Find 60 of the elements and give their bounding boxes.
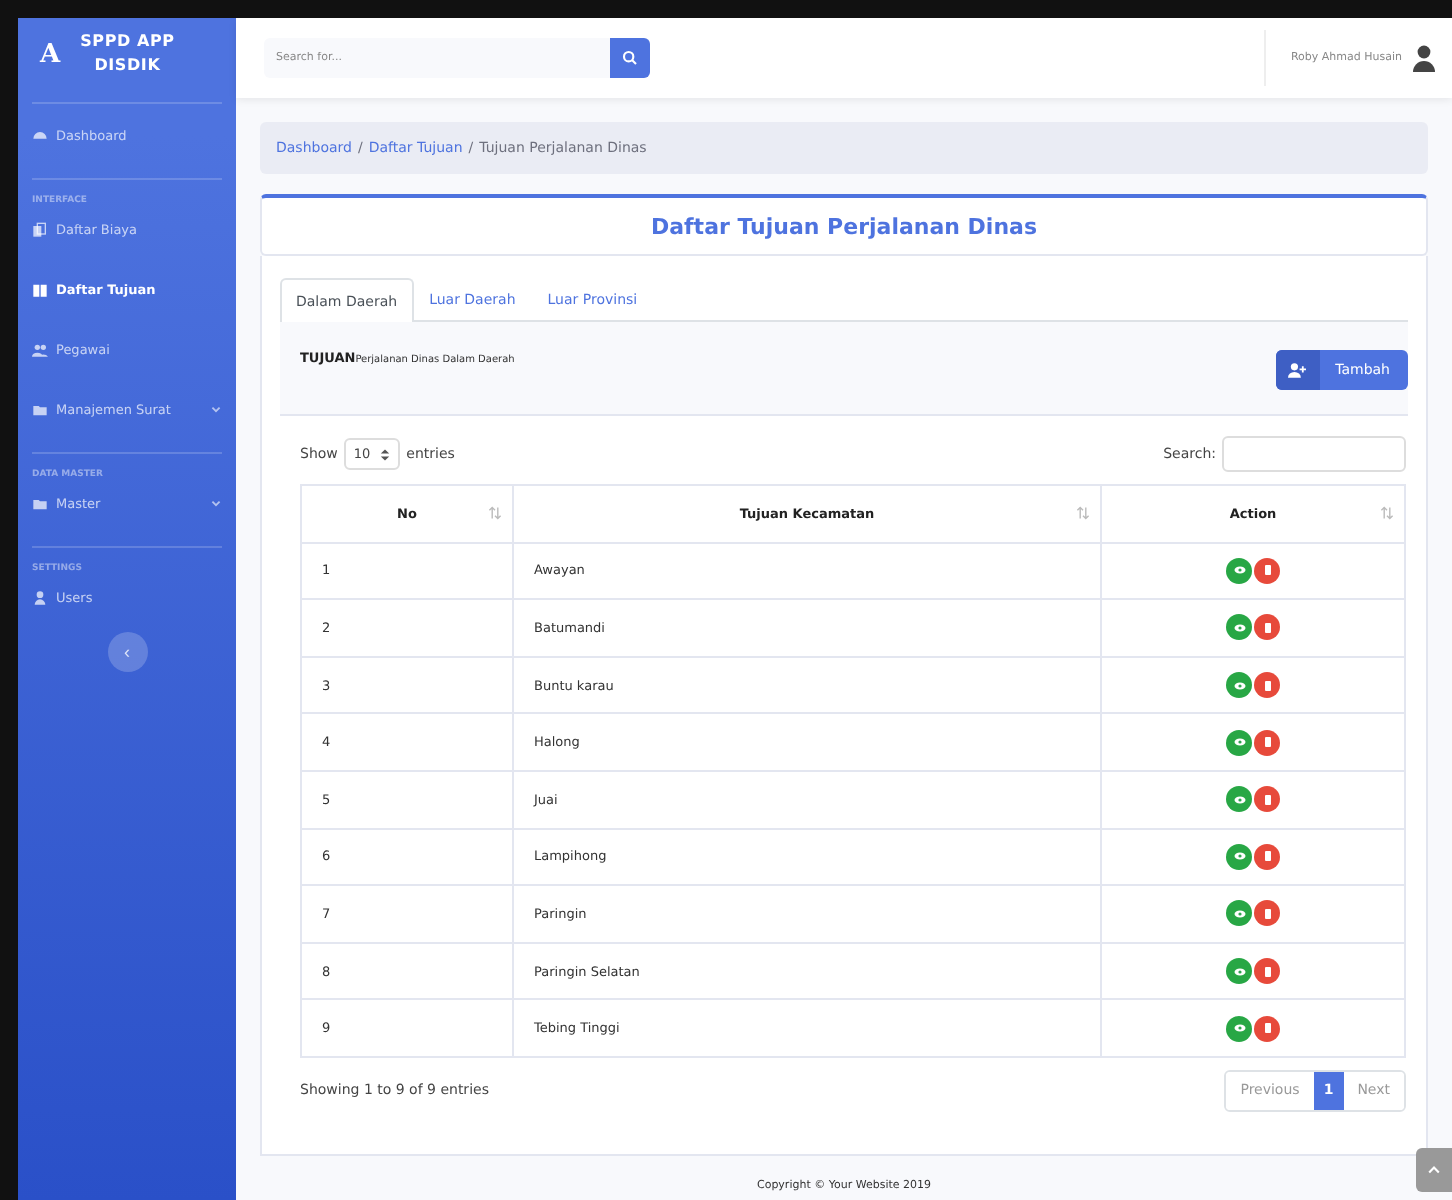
eye-icon [1233,623,1245,632]
eye-icon [1233,909,1245,918]
table-search-field[interactable] [1222,436,1406,472]
eye-icon [1233,566,1245,575]
view-button[interactable] [1226,1015,1252,1042]
book-icon [32,282,48,298]
search-icon [622,50,638,66]
view-button[interactable] [1226,958,1252,985]
user-plus-icon [1288,362,1307,378]
eye-icon [1233,795,1245,804]
sort-icon [1380,506,1394,520]
eye-icon [1233,738,1245,747]
delete-button[interactable] [1254,958,1280,985]
view-button[interactable] [1226,557,1252,584]
sort-icon [488,506,502,520]
eye-icon [1233,1024,1245,1033]
brand-title: SPPD APP [80,30,175,54]
delete-button[interactable] [1254,786,1280,813]
trash-icon [1263,736,1271,749]
user-icon [32,590,48,606]
user-avatar-icon [1412,44,1436,72]
copy-icon [32,222,48,238]
delete-button[interactable] [1254,557,1280,584]
users-icon [32,342,48,358]
view-button[interactable] [1226,786,1252,813]
trash-icon [1263,793,1271,806]
trash-icon [1263,965,1271,978]
eye-icon [1233,681,1245,690]
delete-button[interactable] [1254,729,1280,756]
scroll-top-button[interactable] [1416,1148,1452,1192]
delete-button[interactable] [1254,843,1280,870]
sort-arrows-icon [380,447,391,461]
trash-icon [1263,850,1271,863]
sort-icon [1076,506,1090,520]
delete-button[interactable] [1254,1015,1280,1042]
view-button[interactable] [1226,614,1252,641]
trash-icon [1263,621,1271,634]
view-button[interactable] [1226,672,1252,699]
chevron-down-icon [210,404,222,416]
delete-button[interactable] [1254,614,1280,641]
page-title: Daftar Tujuan Perjalanan Dinas [650,213,1038,239]
eye-icon [1233,967,1245,976]
view-button[interactable] [1226,729,1252,756]
folder-icon [32,402,48,418]
delete-button[interactable] [1254,900,1280,927]
search-button[interactable] [610,38,650,78]
view-button[interactable] [1226,843,1252,870]
chevron-down-icon [210,498,222,510]
trash-icon [1263,907,1271,920]
trash-icon [1263,564,1271,577]
trash-icon [1263,1022,1271,1035]
trash-icon [1263,679,1271,692]
brand-logo: A [40,39,61,69]
folder-icon [32,496,48,512]
eye-icon [1233,852,1245,861]
brand-subtitle: DISDIK [92,54,163,78]
view-button[interactable] [1226,900,1252,927]
chevron-up-icon [1428,1166,1440,1174]
delete-button[interactable] [1254,672,1280,699]
sidebar-toggle-button[interactable]: ‹ [107,632,147,672]
